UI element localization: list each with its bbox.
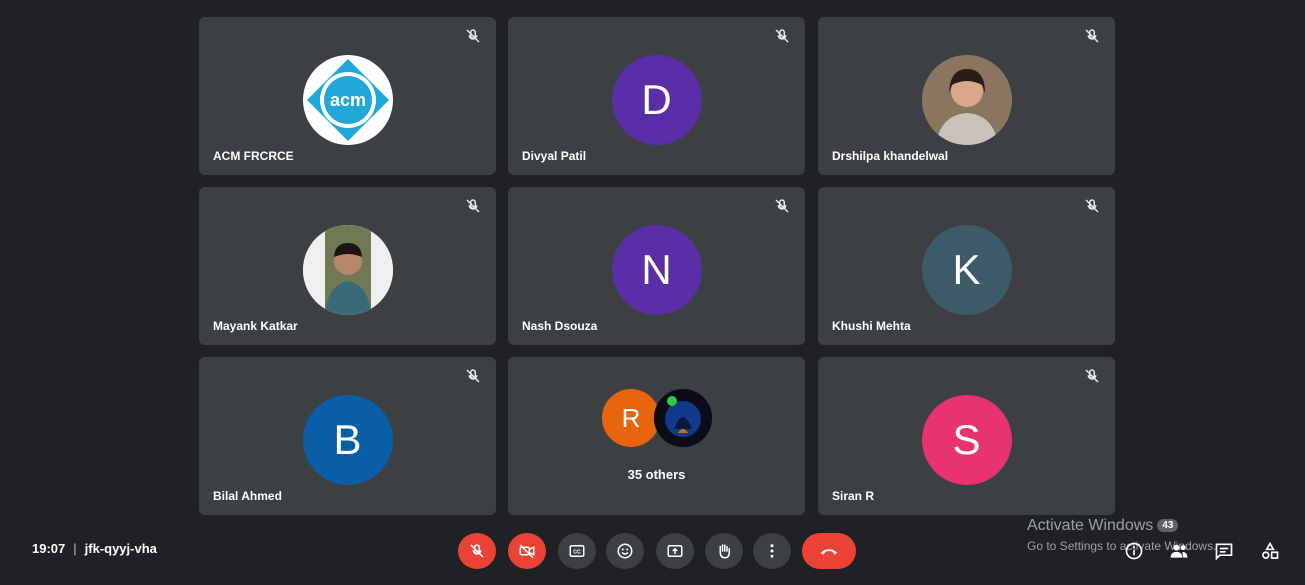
activities-icon bbox=[1262, 541, 1279, 559]
participant-name: Drshilpa khandelwal bbox=[832, 149, 949, 163]
raise-hand-icon bbox=[719, 544, 730, 559]
present-icon bbox=[667, 545, 683, 557]
more-options-button[interactable] bbox=[753, 533, 791, 569]
avatar: R bbox=[602, 389, 660, 447]
participant-name: Nash Dsouza bbox=[522, 319, 598, 333]
svg-text:CC: CC bbox=[573, 550, 581, 556]
participant-tile[interactable]: N Nash Dsouza bbox=[508, 187, 805, 345]
mic-off-icon bbox=[470, 544, 484, 558]
meeting-code: jfk-qyyj-vha bbox=[84, 541, 157, 556]
mic-off-icon bbox=[466, 29, 480, 43]
participant-tile[interactable]: acm ACM FRCRCE bbox=[199, 17, 496, 175]
others-count: 35 others bbox=[627, 467, 686, 482]
mic-off-icon bbox=[466, 199, 480, 213]
avatar: D bbox=[611, 55, 702, 145]
captions-button[interactable]: CC bbox=[558, 533, 596, 569]
activities-button[interactable] bbox=[1259, 540, 1281, 562]
separator: | bbox=[73, 541, 77, 556]
participant-name: Divyal Patil bbox=[522, 149, 587, 163]
participant-name: Mayank Katkar bbox=[213, 319, 298, 333]
end-call-icon bbox=[820, 549, 838, 555]
participant-name: Bilal Ahmed bbox=[213, 489, 282, 503]
avatar: S bbox=[921, 395, 1012, 485]
mic-toggle-button[interactable] bbox=[458, 533, 496, 569]
mic-off-icon bbox=[1085, 369, 1099, 383]
emoji-icon bbox=[617, 543, 633, 559]
captions-icon: CC bbox=[569, 545, 585, 557]
mic-off-icon bbox=[1085, 29, 1099, 43]
mic-off-icon bbox=[775, 29, 789, 43]
raise-hand-button[interactable] bbox=[705, 533, 743, 569]
mic-off-icon bbox=[466, 369, 480, 383]
chat-button[interactable] bbox=[1213, 540, 1235, 562]
mic-off-icon bbox=[775, 199, 789, 213]
camera-toggle-button[interactable] bbox=[508, 533, 546, 569]
participant-name: ACM FRCRCE bbox=[213, 149, 294, 163]
participant-tile[interactable]: K Khushi Mehta bbox=[818, 187, 1115, 345]
meeting-details-button[interactable] bbox=[1123, 540, 1145, 562]
avatar: K bbox=[921, 225, 1012, 315]
meeting-time: 19:07 bbox=[32, 541, 66, 556]
others-tile[interactable]: R 35 others bbox=[508, 357, 805, 515]
meeting-info: 19:07 | jfk-qyyj-vha bbox=[32, 541, 157, 556]
mic-off-icon bbox=[1085, 199, 1099, 213]
people-icon bbox=[1170, 544, 1188, 558]
participant-tile[interactable]: Drshilpa khandelwal bbox=[818, 17, 1115, 175]
participant-name: Siran R bbox=[832, 489, 875, 503]
participant-tile[interactable]: Mayank Katkar bbox=[199, 187, 496, 345]
avatar: B bbox=[302, 395, 393, 485]
participant-name: Khushi Mehta bbox=[832, 319, 911, 333]
avatar-photo bbox=[921, 55, 1012, 145]
watermark-title: Activate Windows bbox=[1027, 517, 1154, 534]
chat-icon bbox=[1215, 543, 1233, 561]
avatar-photo bbox=[302, 225, 393, 315]
svg-text:acm: acm bbox=[329, 90, 365, 110]
participant-count-badge: 43 bbox=[1157, 519, 1179, 533]
reactions-button[interactable] bbox=[606, 533, 644, 569]
avatar: N bbox=[611, 225, 702, 315]
camera-off-icon bbox=[519, 544, 535, 559]
participant-tile[interactable]: S Siran R bbox=[818, 357, 1115, 515]
acm-logo: acm bbox=[302, 55, 393, 145]
more-options-icon bbox=[770, 544, 774, 558]
people-button[interactable] bbox=[1168, 540, 1190, 562]
participant-tile[interactable]: D Divyal Patil bbox=[508, 17, 805, 175]
present-screen-button[interactable] bbox=[656, 533, 694, 569]
end-call-button[interactable] bbox=[802, 533, 856, 569]
info-icon bbox=[1125, 542, 1143, 560]
avatar-photo bbox=[654, 389, 712, 447]
participant-tile[interactable]: B Bilal Ahmed bbox=[199, 357, 496, 515]
